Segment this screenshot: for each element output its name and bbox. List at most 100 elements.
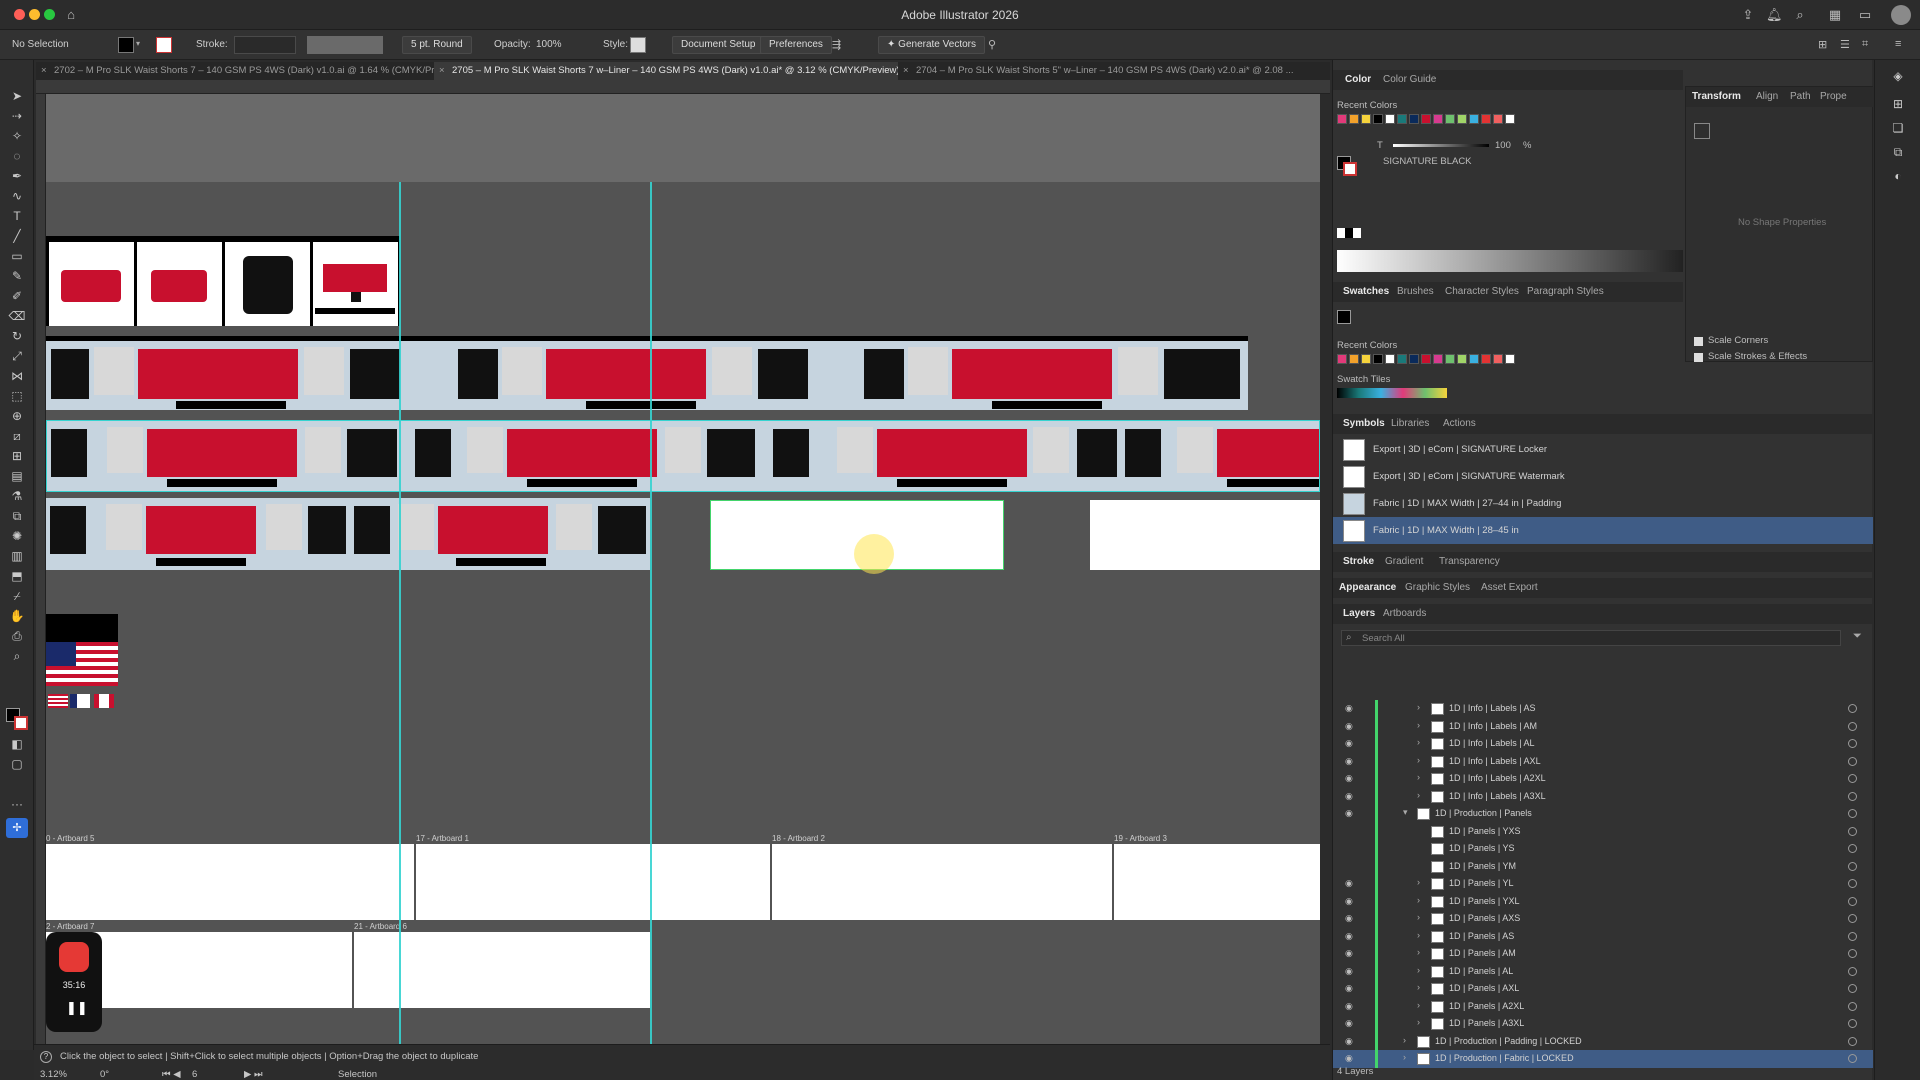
symbol-item-selected[interactable]: Fabric | 1D | MAX Width | 28–45 in bbox=[1333, 517, 1873, 544]
tab-color-guide[interactable]: Color Guide bbox=[1383, 74, 1436, 85]
none-black-white-swatches[interactable] bbox=[1337, 228, 1361, 238]
stroke-weight-field[interactable] bbox=[234, 36, 296, 54]
layer-row[interactable]: ◉ › 1D | Info | Labels | AXL bbox=[1333, 752, 1873, 770]
libraries-icon[interactable]: ◈ bbox=[1889, 68, 1907, 84]
artboard[interactable] bbox=[1090, 500, 1320, 570]
visibility-eye-icon[interactable]: ◉ bbox=[1345, 808, 1357, 819]
shaper-tool-icon[interactable]: ✐ bbox=[8, 288, 26, 304]
layer-target-icon[interactable] bbox=[1848, 844, 1857, 853]
tint-slider[interactable] bbox=[1393, 144, 1489, 147]
color-swatch[interactable] bbox=[1397, 114, 1407, 124]
color-swatch[interactable] bbox=[1409, 354, 1419, 364]
color-swatch[interactable] bbox=[1397, 354, 1407, 364]
layer-row[interactable]: ◉ › 1D | Panels | YL bbox=[1333, 875, 1873, 893]
layer-row[interactable]: ◉ › 1D | Info | Labels | AL bbox=[1333, 735, 1873, 753]
tab-stroke[interactable]: Stroke bbox=[1343, 556, 1374, 567]
color-swatch[interactable] bbox=[1373, 354, 1383, 364]
layer-target-icon[interactable] bbox=[1848, 1001, 1857, 1011]
expand-chevron-icon[interactable]: › bbox=[1417, 895, 1420, 905]
layers-search-input[interactable]: ⌕ Search All bbox=[1341, 630, 1841, 646]
color-swatch[interactable] bbox=[1433, 354, 1443, 364]
symbol-sprayer-tool-icon[interactable]: ✺ bbox=[8, 528, 26, 544]
zoom-level[interactable]: 3.12% bbox=[40, 1069, 67, 1080]
artboard-5[interactable] bbox=[46, 844, 414, 920]
current-tool[interactable]: Selection bbox=[338, 1069, 377, 1080]
color-swatch[interactable] bbox=[1361, 114, 1371, 124]
layer-row[interactable]: ◉ › 1D | Panels | A2XL bbox=[1333, 997, 1873, 1015]
layer-row[interactable]: ◉ › 1D | Panels | AL bbox=[1333, 962, 1873, 980]
visibility-eye-icon[interactable]: ◉ bbox=[1345, 913, 1357, 924]
color-swatch[interactable] bbox=[1457, 354, 1467, 364]
tab-brushes[interactable]: Brushes bbox=[1397, 286, 1434, 297]
generate-vectors-button[interactable]: ✦ Generate Vectors bbox=[878, 36, 985, 54]
variable-width-profile[interactable] bbox=[307, 36, 383, 54]
color-swatch[interactable] bbox=[1469, 114, 1479, 124]
fabric-layout-row-1[interactable] bbox=[46, 336, 1248, 410]
layout-artboard[interactable] bbox=[46, 236, 400, 326]
layer-target-icon[interactable] bbox=[1848, 914, 1857, 923]
expand-chevron-icon[interactable]: › bbox=[1417, 720, 1420, 730]
visibility-eye-icon[interactable]: ◉ bbox=[1345, 773, 1357, 784]
tab-properties[interactable]: Prope bbox=[1820, 91, 1847, 102]
tab-symbols[interactable]: Symbols bbox=[1343, 418, 1385, 429]
assets-icon[interactable]: ⧉ bbox=[1889, 144, 1907, 160]
visibility-eye-icon[interactable]: ◉ bbox=[1345, 721, 1357, 732]
expand-chevron-icon[interactable]: ▾ bbox=[1403, 807, 1408, 818]
expand-chevron-icon[interactable]: › bbox=[1403, 1052, 1406, 1062]
layer-target-icon[interactable] bbox=[1848, 984, 1857, 993]
scale-corners-checkbox[interactable] bbox=[1694, 337, 1703, 346]
layer-row[interactable]: ◉ › 1D | Info | Labels | AS bbox=[1333, 700, 1873, 718]
filter-icon[interactable]: ⏷ bbox=[1853, 630, 1862, 643]
document-setup-button[interactable]: Document Setup bbox=[672, 36, 765, 54]
type-tool-icon[interactable]: T bbox=[8, 208, 26, 224]
visibility-eye-icon[interactable]: ◉ bbox=[1345, 738, 1357, 749]
layer-target-icon[interactable] bbox=[1848, 704, 1857, 713]
color-swatch[interactable] bbox=[1349, 114, 1359, 124]
graphic-style-swatch[interactable] bbox=[630, 37, 646, 53]
color-swatch[interactable] bbox=[1457, 114, 1467, 124]
layer-row[interactable]: 1D | Panels | YM bbox=[1333, 857, 1873, 875]
panel-toggle-icon[interactable]: ▭ bbox=[1857, 7, 1873, 23]
zoom-tool-icon[interactable]: ⌕ bbox=[8, 648, 26, 664]
color-swatch[interactable] bbox=[1505, 114, 1515, 124]
layer-target-icon[interactable] bbox=[1848, 791, 1857, 801]
tab-character-styles[interactable]: Character Styles bbox=[1445, 286, 1519, 297]
tab-libraries[interactable]: Libraries bbox=[1391, 418, 1429, 429]
color-swatch[interactable] bbox=[1469, 354, 1479, 364]
layer-target-icon[interactable] bbox=[1848, 1054, 1857, 1063]
artboard-index[interactable]: 6 bbox=[192, 1069, 197, 1080]
paintbrush-tool-icon[interactable]: ✎ bbox=[8, 268, 26, 284]
artboard-1[interactable] bbox=[416, 844, 770, 920]
rectangle-tool-icon[interactable]: ▭ bbox=[8, 248, 26, 264]
properties-panel-icon[interactable]: ⊞ bbox=[1889, 96, 1907, 112]
layer-row[interactable]: ◉ › 1D | Info | Labels | A2XL bbox=[1333, 770, 1873, 788]
layer-row[interactable]: ◉ › 1D | Info | Labels | A3XL bbox=[1333, 787, 1873, 805]
layer-row[interactable]: ◉ › 1D | Panels | AS bbox=[1333, 927, 1873, 945]
layer-target-icon[interactable] bbox=[1848, 756, 1857, 766]
fill-swatch[interactable] bbox=[118, 37, 134, 53]
layer-row[interactable]: ◉ › 1D | Production | Fabric | LOCKED bbox=[1333, 1050, 1873, 1068]
layer-target-icon[interactable] bbox=[1848, 966, 1857, 976]
tab-graphic-styles[interactable]: Graphic Styles bbox=[1405, 582, 1470, 593]
width-tool-icon[interactable]: ⋈ bbox=[8, 368, 26, 384]
tab-layers[interactable]: Layers bbox=[1343, 608, 1375, 619]
layer-target-icon[interactable] bbox=[1848, 1019, 1857, 1028]
expand-chevron-icon[interactable]: › bbox=[1417, 702, 1420, 712]
lasso-tool-icon[interactable]: ◌ bbox=[8, 148, 26, 164]
blend-tool-icon[interactable]: ⧉ bbox=[8, 508, 26, 524]
layer-target-icon[interactable] bbox=[1848, 931, 1857, 941]
more-tools-icon[interactable]: ··· bbox=[8, 796, 26, 812]
stroke-color-icon[interactable] bbox=[1343, 162, 1357, 176]
rotate-tool-icon[interactable]: ↻ bbox=[8, 328, 26, 344]
shape-builder-tool-icon[interactable]: ⊕ bbox=[8, 408, 26, 424]
expand-chevron-icon[interactable]: › bbox=[1417, 965, 1420, 975]
layer-target-icon[interactable] bbox=[1848, 826, 1857, 836]
layer-row[interactable]: ◉ › 1D | Production | Padding | LOCKED bbox=[1333, 1032, 1873, 1050]
expand-chevron-icon[interactable]: › bbox=[1417, 982, 1420, 992]
layout-icon[interactable]: ⌗ bbox=[1862, 38, 1868, 51]
layer-target-icon[interactable] bbox=[1848, 896, 1857, 906]
color-swatch[interactable] bbox=[1421, 114, 1431, 124]
scale-strokes-checkbox[interactable] bbox=[1694, 353, 1703, 362]
layer-row[interactable]: ◉ › 1D | Panels | AXS bbox=[1333, 910, 1873, 928]
symbol-item[interactable]: Export | 3D | eCom | SIGNATURE Watermark bbox=[1333, 463, 1873, 490]
